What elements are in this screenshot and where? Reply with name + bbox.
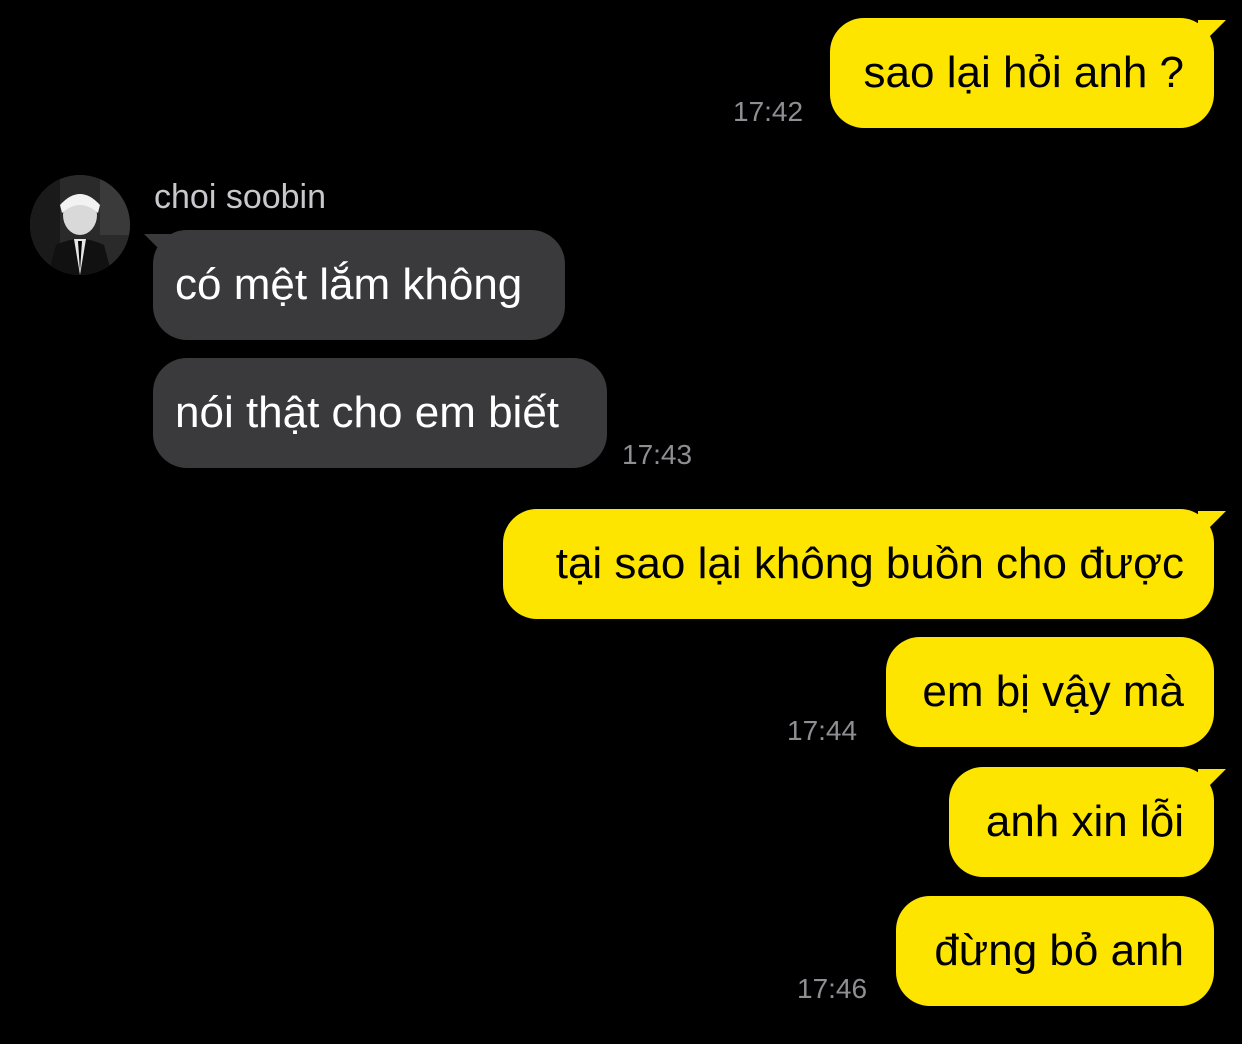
message-text: tại sao lại không buồn cho được [503, 509, 1214, 619]
message-text: anh xin lỗi [949, 767, 1214, 877]
sender-name: choi soobin [154, 178, 327, 216]
message-text: nói thật cho em biết [153, 358, 607, 468]
message-text: sao lại hỏi anh ? [830, 18, 1214, 128]
contact-avatar[interactable] [30, 175, 130, 275]
message-timestamp: 17:43 [622, 439, 693, 470]
message-timestamp: 17:44 [787, 715, 858, 746]
message-text: có mệt lắm không [153, 230, 565, 340]
message-timestamp: 17:42 [733, 96, 804, 127]
profile-photo-icon [30, 175, 130, 275]
message-timestamp: 17:46 [797, 973, 868, 1004]
message-text: em bị vậy mà [886, 637, 1214, 747]
message-text: đừng bỏ anh [896, 896, 1214, 1006]
